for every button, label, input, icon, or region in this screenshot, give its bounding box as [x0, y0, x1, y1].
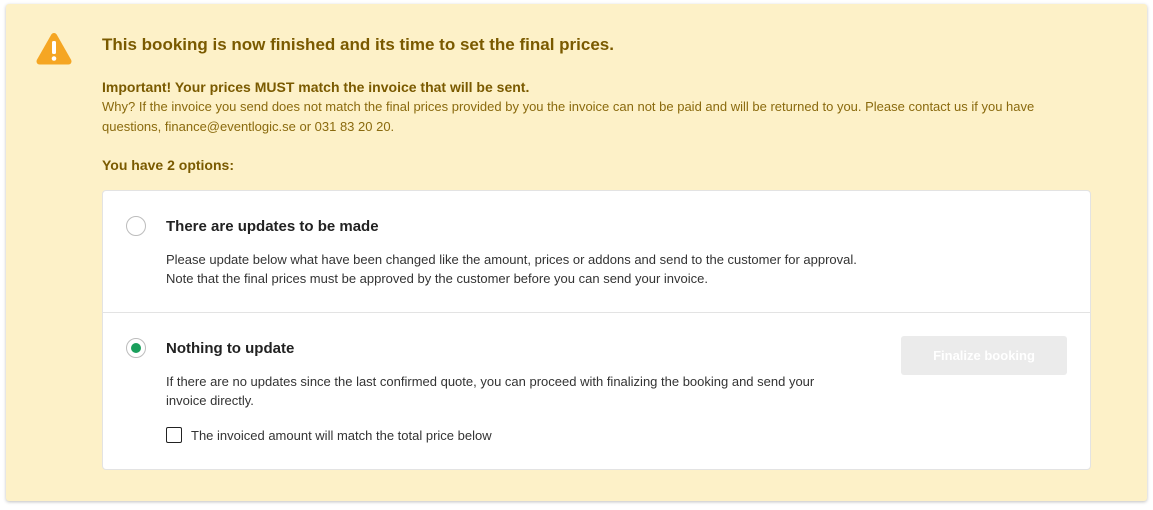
invoice-match-checkbox[interactable] — [166, 427, 182, 443]
option-description-line: Note that the final prices must be appro… — [166, 271, 708, 286]
warning-icon — [36, 33, 72, 65]
option-description-line: Please update below what have been chang… — [166, 252, 857, 267]
updates-radio[interactable] — [126, 216, 146, 236]
options-card: There are updates to be made Please upda… — [102, 190, 1091, 470]
invoice-match-checkbox-label[interactable]: The invoiced amount will match the total… — [191, 428, 492, 443]
option-title: Nothing to update — [166, 340, 295, 357]
final-prices-alert: This booking is now finished and its tim… — [6, 4, 1147, 501]
finalize-booking-button[interactable]: Finalize booking — [901, 336, 1067, 375]
invoice-match-checkbox-row[interactable]: The invoiced amount will match the total… — [166, 427, 492, 443]
radio-selected-dot — [131, 343, 141, 353]
important-notice: Important! Your prices MUST match the in… — [102, 79, 530, 95]
options-heading: You have 2 options: — [102, 157, 234, 173]
option-updates-to-be-made[interactable]: There are updates to be made Please upda… — [103, 191, 1090, 313]
nothing-to-update-radio[interactable] — [126, 338, 146, 358]
option-description: Please update below what have been chang… — [166, 250, 966, 288]
option-title: There are updates to be made — [166, 218, 379, 235]
alert-title: This booking is now finished and its tim… — [102, 35, 614, 54]
invoice-explanation: Why? If the invoice you send does not ma… — [102, 99, 1035, 134]
option-nothing-to-update[interactable]: Nothing to update If there are no update… — [103, 313, 1090, 469]
option-description: If there are no updates since the last c… — [166, 374, 815, 408]
